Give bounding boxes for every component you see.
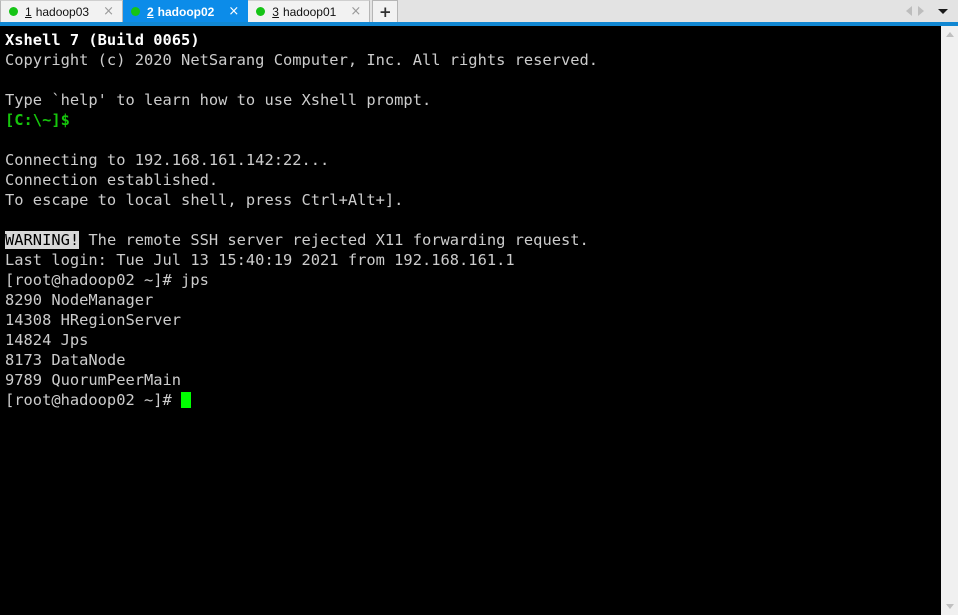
tab-bar-spacer <box>398 0 906 22</box>
prompt-text: [root@hadoop02 ~]# <box>5 391 182 409</box>
tab-hadoop01[interactable]: 3 hadoop01 × <box>248 0 371 22</box>
terminal-line: Last login: Tue Jul 13 15:40:19 2021 fro… <box>5 251 515 269</box>
tab-list: 1 hadoop03 × 2 hadoop02 × 3 hadoop01 × + <box>0 0 399 22</box>
green-dot-icon <box>9 7 18 16</box>
tab-hadoop03[interactable]: 1 hadoop03 × <box>0 0 123 22</box>
terminal-line: 14308 HRegionServer <box>5 311 182 329</box>
scroll-up-arrow-icon <box>945 32 954 37</box>
terminal-command-line: [root@hadoop02 ~]# jps <box>5 271 209 289</box>
scroll-down-button[interactable] <box>941 598 958 615</box>
terminal-line: To escape to local shell, press Ctrl+Alt… <box>5 191 404 209</box>
scroll-up-button[interactable] <box>941 26 958 43</box>
tab-number: 2 <box>146 4 154 19</box>
close-icon[interactable]: × <box>224 5 243 18</box>
terminal-line: 14824 Jps <box>5 331 89 349</box>
terminal-current-prompt: [root@hadoop02 ~]# <box>5 390 940 410</box>
vertical-scrollbar[interactable] <box>940 26 958 615</box>
warning-text: The remote SSH server rejected X11 forwa… <box>79 231 589 249</box>
tab-label: hadoop03 <box>35 4 90 19</box>
new-tab-button[interactable]: + <box>372 0 399 22</box>
terminal-line: 8290 NodeManager <box>5 291 154 309</box>
terminal-line: Copyright (c) 2020 NetSarang Computer, I… <box>5 51 599 69</box>
tab-bar: 1 hadoop03 × 2 hadoop02 × 3 hadoop01 × + <box>0 0 958 22</box>
terminal-line: 9789 QuorumPeerMain <box>5 371 182 389</box>
tab-number: 3 <box>272 4 279 19</box>
green-dot-icon <box>130 7 140 16</box>
scrollbar-track[interactable] <box>941 43 958 598</box>
tab-hadoop02[interactable]: 2 hadoop02 × <box>122 0 249 22</box>
terminal-line: Xshell 7 (Build 0065) <box>5 31 200 49</box>
terminal-line: Type `help' to learn how to use Xshell p… <box>5 91 432 109</box>
warning-badge: WARNING! <box>5 231 80 249</box>
terminal-area: Xshell 7 (Build 0065) Copyright (c) 2020… <box>0 26 958 615</box>
tab-number: 1 <box>25 4 32 19</box>
triangle-right-icon[interactable] <box>918 6 924 16</box>
text-cursor <box>181 392 191 408</box>
tab-label: hadoop02 <box>157 4 215 19</box>
terminal-line: 8173 DataNode <box>5 351 126 369</box>
scroll-down-arrow-icon <box>945 604 954 609</box>
tab-navigation <box>906 0 958 22</box>
xshell-window: 1 hadoop03 × 2 hadoop02 × 3 hadoop01 × + <box>0 0 958 615</box>
terminal-prompt-local: [C:\~]$ <box>5 111 70 129</box>
close-icon[interactable]: × <box>346 5 365 18</box>
terminal-line: Connection established. <box>5 171 219 189</box>
terminal-output[interactable]: Xshell 7 (Build 0065) Copyright (c) 2020… <box>0 26 940 615</box>
green-dot-icon <box>256 7 266 16</box>
chevron-down-icon[interactable] <box>938 8 948 14</box>
triangle-left-icon[interactable] <box>906 6 912 16</box>
terminal-line: Connecting to 192.168.161.142:22... <box>5 151 330 169</box>
tab-label: hadoop01 <box>282 4 337 19</box>
close-icon[interactable]: × <box>99 5 118 18</box>
terminal-warning-line: WARNING! The remote SSH server rejected … <box>5 230 940 250</box>
